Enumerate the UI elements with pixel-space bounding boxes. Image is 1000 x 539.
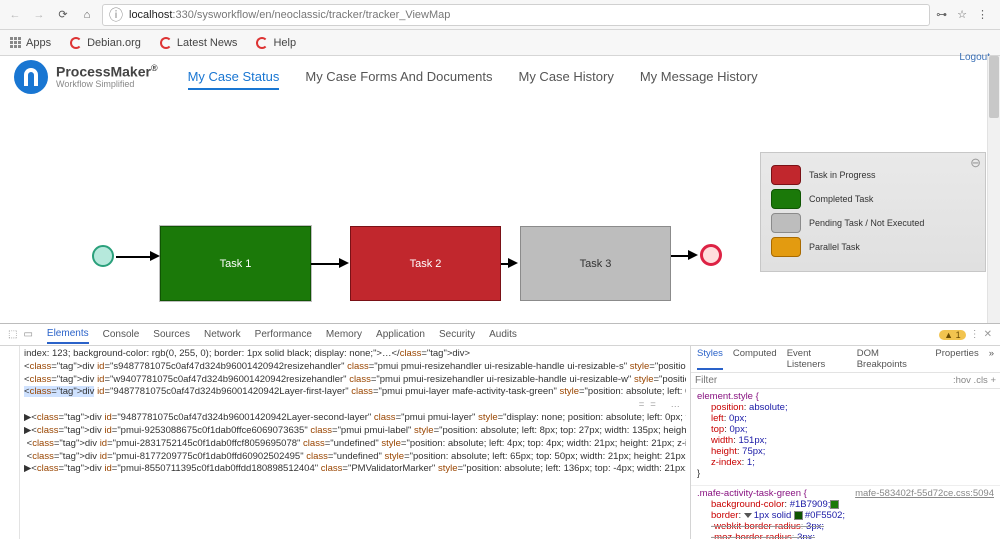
warning-badge[interactable]: ▲ 1: [939, 330, 965, 340]
styles-tab-properties[interactable]: Properties: [935, 348, 978, 370]
legend-row: Completed Task: [771, 189, 975, 209]
legend-label: Pending Task / Not Executed: [809, 218, 924, 228]
arrow-head-icon: [508, 258, 518, 268]
task-label: Task 2: [410, 258, 442, 270]
bookmark-label: Debian.org: [87, 37, 141, 49]
bookmarks-bar: Apps Debian.org Latest News Help: [0, 30, 1000, 56]
styles-tab-dom-bp[interactable]: DOM Breakpoints: [857, 348, 926, 370]
logo-line2: Workflow Simplified: [56, 80, 158, 90]
legend-panel: ⊖ Task in Progress Completed Task Pendin…: [760, 152, 986, 272]
tab-my-message-history[interactable]: My Message History: [640, 65, 758, 90]
key-icon[interactable]: ⊶: [936, 8, 947, 21]
legend-row: Task in Progress: [771, 165, 975, 185]
arrow-head-icon: [688, 250, 698, 260]
forward-icon[interactable]: →: [30, 6, 48, 24]
task-label: Task 1: [220, 258, 252, 270]
devtools-menu-icon[interactable]: ⋮: [970, 329, 980, 340]
bookmark-star-icon[interactable]: ☆: [957, 8, 967, 21]
logo-line1: ProcessMaker: [56, 64, 151, 80]
legend-row: Pending Task / Not Executed: [771, 213, 975, 233]
rule-selector: element.style {: [697, 391, 994, 402]
tab-my-case-history[interactable]: My Case History: [518, 65, 613, 90]
devtools-close-icon[interactable]: ✕: [984, 329, 992, 340]
devtools-tab-performance[interactable]: Performance: [255, 326, 312, 343]
bookmark-debian[interactable]: Debian.org: [69, 36, 141, 50]
styles-filter-input[interactable]: [691, 373, 949, 388]
devtools-panel: ⬚ ▭ Elements Console Sources Network Perf…: [0, 323, 1000, 539]
devtools-tab-memory[interactable]: Memory: [326, 326, 362, 343]
bookmark-help[interactable]: Help: [255, 36, 296, 50]
styles-filter-buttons[interactable]: :hov .cls +: [949, 373, 1000, 388]
back-icon[interactable]: ←: [6, 6, 24, 24]
app-logo[interactable]: ProcessMaker® Workflow Simplified: [14, 60, 158, 94]
vertical-scrollbar[interactable]: [987, 56, 1000, 323]
legend-swatch-orange: [771, 237, 801, 257]
task-box-3[interactable]: Task 3: [520, 226, 671, 301]
rule-source[interactable]: mafe-583402f-55d72ce.css:5094: [855, 488, 994, 499]
legend-swatch-green: [771, 189, 801, 209]
menu-icon[interactable]: ⋮: [977, 8, 988, 21]
devtools-tab-audits[interactable]: Audits: [489, 326, 517, 343]
legend-label: Parallel Task: [809, 242, 860, 252]
device-icon[interactable]: ▭: [23, 329, 32, 340]
devtools-tab-console[interactable]: Console: [103, 326, 140, 343]
arrow-head-icon: [339, 258, 349, 268]
swirl-icon: [159, 36, 173, 50]
legend-label: Completed Task: [809, 194, 873, 204]
logout-link[interactable]: Logout: [959, 52, 990, 63]
bookmark-label: Help: [273, 37, 296, 49]
inspect-icon[interactable]: ⬚: [8, 329, 17, 340]
devtools-tab-sources[interactable]: Sources: [153, 326, 190, 343]
styles-pane: Styles Computed Event Listeners DOM Brea…: [690, 346, 1000, 539]
task-label: Task 3: [580, 258, 612, 270]
home-icon[interactable]: ⌂: [78, 6, 96, 24]
styles-tab-styles[interactable]: Styles: [697, 348, 723, 370]
url-path: :330/sysworkflow/en/neoclassic/tracker/t…: [172, 9, 450, 21]
more-icon[interactable]: »: [989, 348, 994, 370]
arrow-head-icon: [150, 251, 160, 261]
logo-mark-icon: [14, 60, 48, 94]
task-box-1[interactable]: Task 1: [160, 226, 311, 301]
swirl-icon: [255, 36, 269, 50]
url-host: localhost: [129, 9, 172, 21]
legend-swatch-red: [771, 165, 801, 185]
scrollbar-thumb[interactable]: [989, 56, 999, 118]
devtools-tab-elements[interactable]: Elements: [47, 325, 89, 344]
swirl-icon: [69, 36, 83, 50]
legend-row: Parallel Task: [771, 237, 975, 257]
site-info-icon[interactable]: ⓘ: [109, 8, 123, 22]
bookmark-label: Apps: [26, 37, 51, 49]
end-event[interactable]: [700, 244, 722, 266]
task-box-2[interactable]: Task 2: [350, 226, 501, 301]
devtools-tab-security[interactable]: Security: [439, 326, 475, 343]
rule-class[interactable]: mafe-583402f-55d72ce.css:5094 .mafe-acti…: [691, 486, 1000, 539]
legend-label: Task in Progress: [809, 170, 876, 180]
bookmark-label: Latest News: [177, 37, 238, 49]
tab-my-case-status[interactable]: My Case Status: [188, 65, 280, 90]
legend-swatch-gray: [771, 213, 801, 233]
devtools-tab-network[interactable]: Network: [204, 326, 241, 343]
address-bar[interactable]: ⓘ localhost:330/sysworkflow/en/neoclassi…: [102, 4, 930, 26]
start-event[interactable]: [92, 245, 114, 267]
bookmark-apps[interactable]: Apps: [8, 36, 51, 50]
apps-icon: [8, 36, 22, 50]
dom-pane[interactable]: index: 123; background-color: rgb(0, 255…: [20, 346, 690, 539]
devtools-tab-application[interactable]: Application: [376, 326, 425, 343]
styles-tab-computed[interactable]: Computed: [733, 348, 777, 370]
tab-my-case-forms[interactable]: My Case Forms And Documents: [305, 65, 492, 90]
reload-icon[interactable]: ⟳: [54, 6, 72, 24]
rule-element-style[interactable]: element.style { position: absolute;left:…: [691, 389, 1000, 486]
styles-tab-listeners[interactable]: Event Listeners: [787, 348, 847, 370]
dom-tree-gutter: [0, 346, 20, 539]
flow-arrow: [116, 256, 154, 258]
bookmark-news[interactable]: Latest News: [159, 36, 238, 50]
legend-close-icon[interactable]: ⊖: [970, 155, 981, 171]
